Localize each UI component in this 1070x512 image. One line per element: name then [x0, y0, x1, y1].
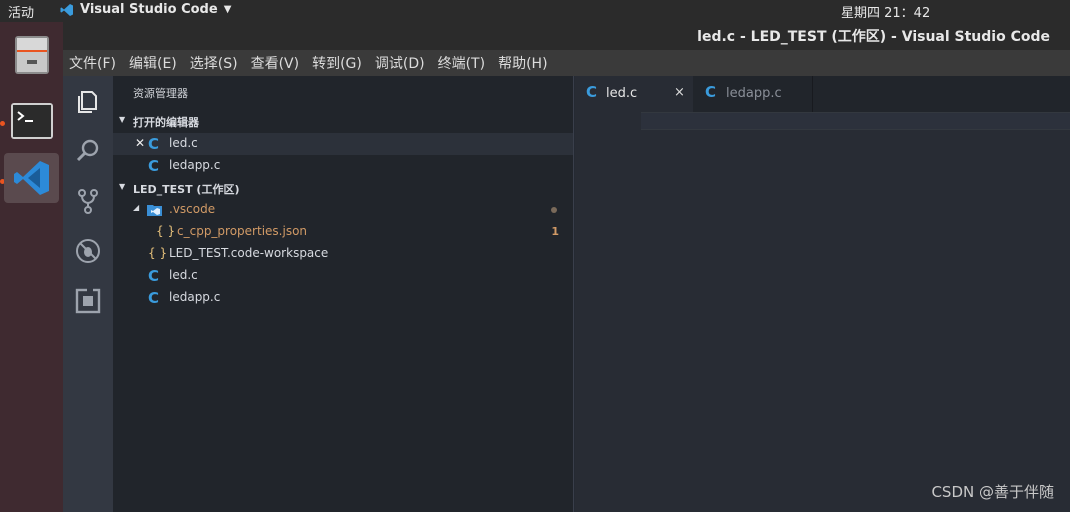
window-title: led.c - LED_TEST (工作区) - Visual Studio C… [697, 29, 1050, 45]
open-editors-label: 打开的编辑器 [133, 116, 199, 129]
c-file-icon: C [148, 289, 160, 307]
menu-view[interactable]: 查看(V) [251, 53, 300, 73]
vscode-folder-icon [147, 205, 162, 216]
open-editors-section-header[interactable]: ▼ 打开的编辑器 [113, 110, 573, 132]
dock-files[interactable] [4, 30, 59, 80]
folder-vscode[interactable]: ◢ .vscode [113, 199, 573, 221]
workspace-label: LED_TEST (工作区) [133, 183, 240, 196]
close-icon[interactable]: × [674, 85, 685, 100]
vscode-icon [13, 161, 49, 195]
c-file-icon: C [148, 135, 160, 153]
file-c-cpp-properties[interactable]: { } c_cpp_properties.json 1 [113, 221, 573, 243]
debug-icon[interactable] [75, 238, 101, 264]
vscode-mini-icon [60, 3, 73, 16]
file-name: led.c [169, 268, 198, 282]
file-workspace[interactable]: { } LED_TEST.code-workspace [113, 243, 573, 265]
c-file-icon: C [705, 83, 717, 101]
tab-label: led.c [606, 86, 638, 101]
menu-selection[interactable]: 选择(S) [190, 53, 238, 73]
open-editor-item-ledapp-c[interactable]: C ledapp.c [113, 155, 573, 177]
extensions-icon[interactable] [75, 288, 101, 314]
file-led-c[interactable]: C led.c [113, 265, 573, 287]
app-menu[interactable]: Visual Studio Code ▼ [60, 2, 231, 17]
watermark: CSDN @善于伴随 [931, 483, 1054, 501]
current-line-highlight [641, 112, 1070, 130]
c-file-icon: C [148, 267, 160, 285]
dock-terminal[interactable] [4, 96, 59, 146]
file-name: LED_TEST.code-workspace [169, 246, 329, 260]
menu-bar: 文件(F) 编辑(E) 选择(S) 查看(V) 转到(G) 调试(D) 终端(T… [63, 50, 1070, 76]
chevron-down-icon: ▼ [119, 115, 126, 124]
dock-vscode[interactable] [4, 153, 59, 203]
code-editor[interactable] [575, 112, 1070, 512]
menu-help[interactable]: 帮助(H) [498, 53, 547, 73]
explorer-sidebar: 资源管理器 ▼ 打开的编辑器 ✕ C led.c C ledapp.c ▼ LE… [113, 76, 574, 512]
search-icon[interactable] [75, 138, 101, 164]
c-file-icon: C [148, 157, 160, 175]
app-name: Visual Studio Code [80, 2, 218, 17]
chevron-down-icon: ◢ [133, 203, 140, 212]
activity-bar [63, 76, 113, 512]
workspace-section-header[interactable]: ▼ LED_TEST (工作区) [113, 177, 573, 199]
menu-terminal[interactable]: 终端(T) [438, 53, 485, 73]
file-name: ledapp.c [169, 290, 221, 304]
chevron-down-icon: ▼ [223, 4, 232, 15]
file-name: c_cpp_properties.json [177, 224, 308, 238]
menu-go[interactable]: 转到(G) [312, 53, 362, 73]
problem-count-badge: 1 [551, 225, 559, 238]
close-icon[interactable]: ✕ [135, 136, 145, 150]
window-title-bar[interactable]: led.c - LED_TEST (工作区) - Visual Studio C… [63, 22, 1070, 50]
json-file-icon: { } [156, 224, 176, 238]
file-cabinet-icon [14, 36, 49, 74]
menu-debug[interactable]: 调试(D) [375, 53, 425, 73]
menu-edit[interactable]: 编辑(E) [129, 53, 177, 73]
chevron-down-icon: ▼ [119, 182, 126, 191]
c-file-icon: C [586, 83, 598, 101]
file-ledapp-c[interactable]: C ledapp.c [113, 287, 573, 309]
modified-dot-icon [551, 207, 557, 213]
folder-name: .vscode [169, 202, 216, 216]
sidebar-title: 资源管理器 [133, 87, 188, 100]
file-name: led.c [169, 136, 198, 150]
system-top-bar: 活动 Visual Studio Code ▼ 星期四 21：42 [0, 0, 1070, 22]
clock[interactable]: 星期四 21：42 [841, 2, 930, 21]
tab-ledapp-c[interactable]: C ledapp.c [693, 76, 813, 112]
open-editor-item-led-c[interactable]: ✕ C led.c [113, 133, 573, 155]
file-name: ledapp.c [169, 158, 221, 172]
tab-led-c[interactable]: C led.c × [575, 76, 693, 112]
dock [0, 22, 63, 512]
activities-button[interactable]: 活动 [8, 2, 34, 21]
editor-tab-bar: C led.c × C ledapp.c [575, 76, 1070, 112]
explorer-icon[interactable] [75, 89, 101, 115]
json-file-icon: { } [148, 246, 168, 260]
terminal-icon [10, 103, 53, 139]
source-control-icon[interactable] [75, 188, 101, 214]
menu-file[interactable]: 文件(F) [69, 53, 116, 73]
tab-label: ledapp.c [726, 86, 782, 101]
